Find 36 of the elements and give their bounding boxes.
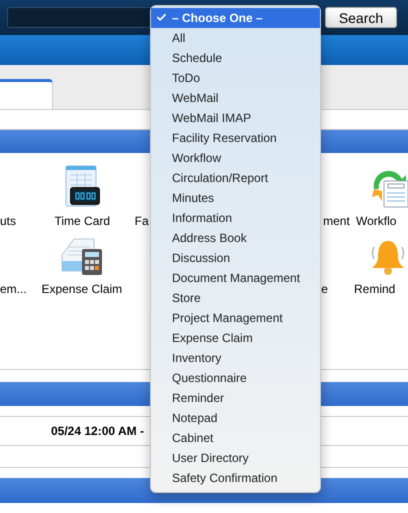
app-label[interactable]: Time Card — [54, 215, 110, 227]
event-time: 05/24 12:00 AM - — [51, 423, 144, 440]
dropdown-option[interactable]: WebMail IMAP — [151, 108, 320, 128]
dropdown-option[interactable]: Minutes — [151, 188, 320, 208]
dropdown-option[interactable]: Facility Reservation — [151, 128, 320, 148]
dropdown-option[interactable]: Schedule — [151, 48, 320, 68]
dropdown-option[interactable]: Expense Claim — [151, 328, 320, 348]
app-label[interactable]: e — [321, 283, 328, 295]
app-label[interactable]: Workflo — [356, 215, 396, 227]
app-label[interactable]: uts — [0, 215, 16, 227]
dropdown-option[interactable]: Address Book — [151, 228, 320, 248]
dropdown-option[interactable]: Information — [151, 208, 320, 228]
dropdown-option[interactable]: Circulation/Report — [151, 168, 320, 188]
dropdown-option[interactable]: All — [151, 28, 320, 48]
dropdown-option[interactable]: Document Management — [151, 268, 320, 288]
dropdown-option[interactable]: User Directory — [151, 448, 320, 468]
dropdown-option[interactable]: Safety Confirmation — [151, 468, 320, 488]
search-button[interactable]: Search — [325, 7, 397, 28]
dropdown-option[interactable]: Cabinet — [151, 428, 320, 448]
dropdown-option[interactable]: ToDo — [151, 68, 320, 88]
app-label[interactable]: Fa — [134, 215, 149, 227]
dropdown-option[interactable]: Discussion — [151, 248, 320, 268]
dropdown-option[interactable]: Reminder — [151, 388, 320, 408]
dropdown-option[interactable]: Notepad — [151, 408, 320, 428]
check-icon — [156, 12, 167, 23]
tab[interactable] — [0, 79, 53, 109]
dropdown-option[interactable]: Workflow — [151, 148, 320, 168]
app-label[interactable]: ment — [323, 215, 350, 227]
dropdown-option[interactable]: – Choose One – — [151, 8, 320, 28]
dropdown-option[interactable]: Questionnaire — [151, 368, 320, 388]
dropdown-option[interactable]: WebMail — [151, 88, 320, 108]
dropdown-option[interactable]: Project Management — [151, 308, 320, 328]
app-label[interactable]: Remind — [354, 283, 396, 295]
dropdown-option[interactable]: Inventory — [151, 348, 320, 368]
app-label[interactable]: em... — [0, 283, 27, 295]
dropdown-option[interactable]: Store — [151, 288, 320, 308]
